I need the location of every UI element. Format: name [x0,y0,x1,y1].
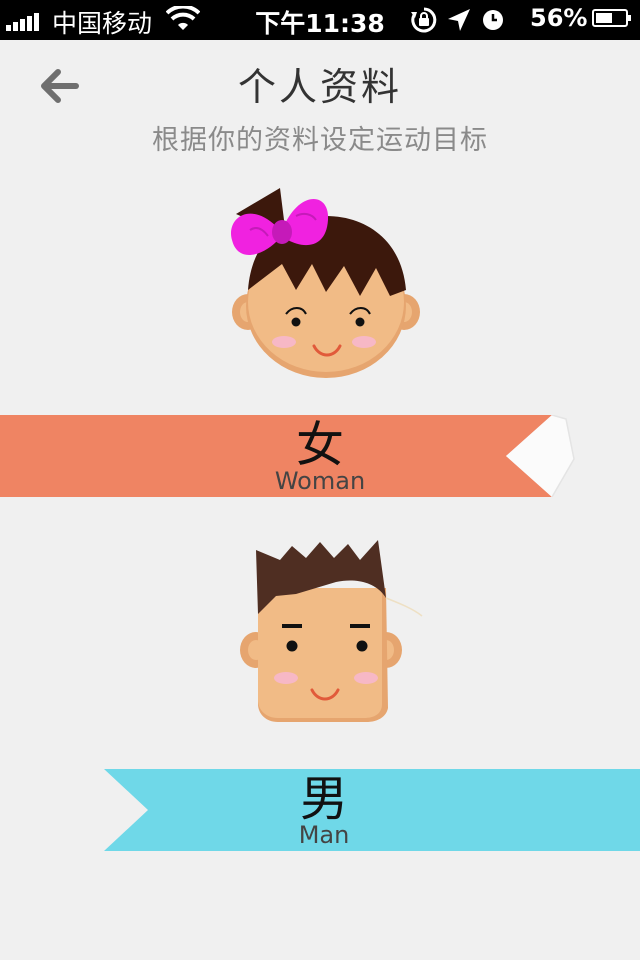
battery-percent: 56% [530,4,588,32]
woman-label-zh: 女 [295,417,344,473]
battery-fill [596,13,612,23]
page-title: 个人资料 [237,65,402,109]
woman-label-en: Woman [274,467,366,495]
alarm-icon [483,10,503,30]
woman-avatar[interactable] [226,186,426,382]
woman-option[interactable]: 女 Woman [0,415,580,497]
battery-icon [592,9,631,27]
man-avatar[interactable] [236,538,426,728]
man-option[interactable]: 男 Man [100,769,640,851]
status-bar: 中国移动 下午11:38 56% [0,0,640,40]
man-label-zh: 男 [299,771,348,827]
man-label-en: Man [298,821,350,849]
location-icon [448,9,470,31]
page-subtitle: 根据你的资料设定运动目标 [152,125,488,156]
rotation-lock-icon [411,7,437,33]
